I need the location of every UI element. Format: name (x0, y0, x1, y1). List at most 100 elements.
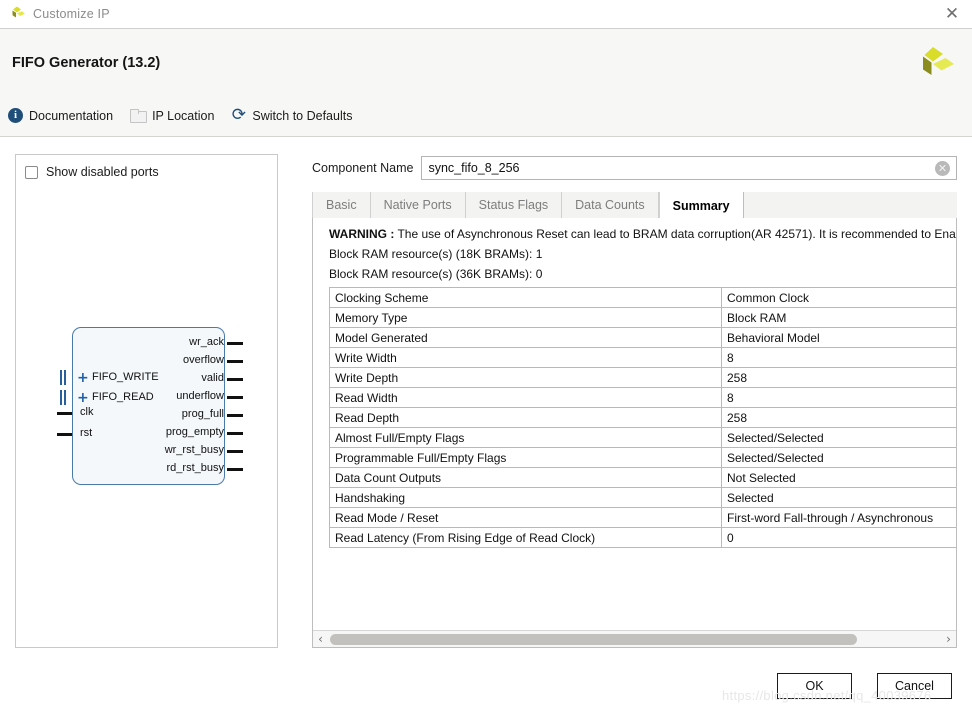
summary-value: 258 (721, 407, 956, 428)
ip-config-area: Component Name ✕ Basic Native Ports Stat… (312, 156, 957, 648)
summary-table: Clocking Scheme Common Clock Memory Type… (329, 287, 956, 548)
warning-body: The use of Asynchronous Reset can lead t… (394, 227, 956, 241)
port-label-wr-rst-busy: wr_rst_busy (164, 444, 224, 456)
ip-symbol-diagram: + FIFO_WRITE + FIFO_READ clk rst wr_ack … (42, 320, 257, 490)
table-row: Programmable Full/Empty Flags Selected/S… (329, 447, 956, 468)
pin-clk (57, 412, 72, 415)
show-disabled-ports-checkbox[interactable]: Show disabled ports (25, 165, 159, 179)
tab-status-flags[interactable]: Status Flags (465, 192, 563, 218)
table-row: Read Latency (From Rising Edge of Read C… (329, 527, 956, 548)
tab-data-counts[interactable]: Data Counts (562, 192, 659, 218)
pin-underflow (227, 396, 243, 399)
window-titlebar: Customize IP ✕ (0, 0, 972, 29)
port-label-overflow: overflow (183, 354, 224, 366)
summary-value: 8 (721, 387, 956, 408)
port-label-prog-full: prog_full (181, 408, 224, 420)
clear-circle-icon[interactable]: ✕ (935, 161, 950, 176)
summary-key: Read Width (329, 387, 722, 408)
ip-location-label: IP Location (152, 108, 215, 123)
summary-value: 258 (721, 367, 956, 388)
component-name-label: Component Name (312, 161, 414, 175)
scrollbar-thumb[interactable] (330, 633, 857, 645)
summary-value: Behavioral Model (721, 327, 956, 348)
bus-marker-fifo-read (60, 390, 69, 405)
summary-key: Model Generated (329, 327, 722, 348)
summary-value: Block RAM (721, 307, 956, 328)
info-icon: i (8, 108, 23, 123)
bram-36k-line: Block RAM resource(s) (36K BRAMs): 0 (329, 267, 543, 281)
summary-value: 0 (721, 527, 956, 548)
switch-to-defaults-button[interactable]: ⟳ Switch to Defaults (231, 105, 353, 125)
table-row: Data Count Outputs Not Selected (329, 467, 956, 488)
ip-toolbar: i Documentation IP Location ⟳ Switch to … (8, 105, 369, 125)
tab-summary[interactable]: Summary (658, 192, 744, 219)
summary-key: Read Depth (329, 407, 722, 428)
table-row: Write Depth 258 (329, 367, 956, 388)
expand-icon-fifo-write[interactable]: + (77, 371, 89, 385)
ok-button[interactable]: OK (777, 673, 852, 699)
warning-message: WARNING : The use of Asynchronous Reset … (329, 227, 956, 241)
summary-tab-pane: WARNING : The use of Asynchronous Reset … (312, 218, 957, 648)
component-name-row: Component Name ✕ (312, 156, 957, 180)
table-row: Read Depth 258 (329, 407, 956, 428)
folder-icon (130, 109, 148, 123)
config-tabs: Basic Native Ports Status Flags Data Cou… (312, 192, 957, 219)
port-label-valid: valid (201, 372, 224, 384)
summary-key: Read Mode / Reset (329, 507, 722, 528)
summary-value: Selected/Selected (721, 447, 956, 468)
documentation-label: Documentation (29, 108, 114, 123)
summary-key: Write Depth (329, 367, 722, 388)
xilinx-logo-icon (910, 43, 954, 87)
refresh-icon: ⟳ (231, 105, 247, 125)
pin-overflow (227, 360, 243, 363)
tab-native-ports[interactable]: Native Ports (370, 192, 466, 218)
warning-prefix: WARNING : (329, 227, 395, 241)
window-title: Customize IP (33, 7, 110, 21)
table-row: Write Width 8 (329, 347, 956, 368)
port-label-underflow: underflow (176, 390, 224, 402)
cancel-button[interactable]: Cancel (877, 673, 952, 699)
summary-value: Selected (721, 487, 956, 508)
ip-header-band: FIFO Generator (13.2) i Documentation IP… (0, 29, 972, 137)
scroll-right-icon[interactable]: › (941, 632, 956, 647)
pin-rst (57, 433, 72, 436)
port-label-fifo-read: FIFO_READ (92, 391, 154, 403)
expand-icon-fifo-read[interactable]: + (77, 391, 89, 405)
tab-basic[interactable]: Basic (312, 192, 371, 218)
scrollbar-track[interactable] (328, 632, 941, 647)
summary-key: Write Width (329, 347, 722, 368)
horizontal-scrollbar[interactable]: ‹ › (313, 630, 956, 647)
xilinx-logo-icon (8, 5, 26, 23)
component-name-field[interactable]: ✕ (421, 156, 957, 180)
pin-rd-rst-busy (227, 468, 243, 471)
summary-key: Programmable Full/Empty Flags (329, 447, 722, 468)
summary-value: Selected/Selected (721, 427, 956, 448)
ip-symbol-panel: Show disabled ports + FIFO_WRITE + FIFO_… (15, 154, 278, 648)
summary-key: Almost Full/Empty Flags (329, 427, 722, 448)
table-row: Read Width 8 (329, 387, 956, 408)
summary-content: WARNING : The use of Asynchronous Reset … (313, 218, 956, 629)
pin-prog-empty (227, 432, 243, 435)
pin-prog-full (227, 414, 243, 417)
component-name-input[interactable] (422, 157, 956, 179)
summary-value: Not Selected (721, 467, 956, 488)
scroll-left-icon[interactable]: ‹ (313, 632, 328, 647)
bram-18k-line: Block RAM resource(s) (18K BRAMs): 1 (329, 247, 543, 261)
table-row: Model Generated Behavioral Model (329, 327, 956, 348)
table-row: Almost Full/Empty Flags Selected/Selecte… (329, 427, 956, 448)
port-label-rd-rst-busy: rd_rst_busy (166, 462, 224, 474)
documentation-button[interactable]: i Documentation (8, 108, 113, 123)
table-row: Clocking Scheme Common Clock (329, 287, 956, 308)
table-row: Handshaking Selected (329, 487, 956, 508)
page-title: FIFO Generator (13.2) (12, 55, 161, 71)
summary-table-body: Clocking Scheme Common Clock Memory Type… (329, 287, 956, 548)
ip-location-button[interactable]: IP Location (130, 109, 214, 123)
pin-wr-rst-busy (227, 450, 243, 453)
checkbox-box[interactable] (25, 165, 38, 179)
summary-key: Memory Type (329, 307, 722, 328)
bus-marker-fifo-write (60, 370, 69, 385)
port-label-wr-ack: wr_ack (189, 336, 224, 348)
summary-key: Read Latency (From Rising Edge of Read C… (329, 527, 722, 548)
close-icon[interactable]: ✕ (932, 0, 972, 28)
port-label-fifo-write: FIFO_WRITE (92, 371, 159, 383)
